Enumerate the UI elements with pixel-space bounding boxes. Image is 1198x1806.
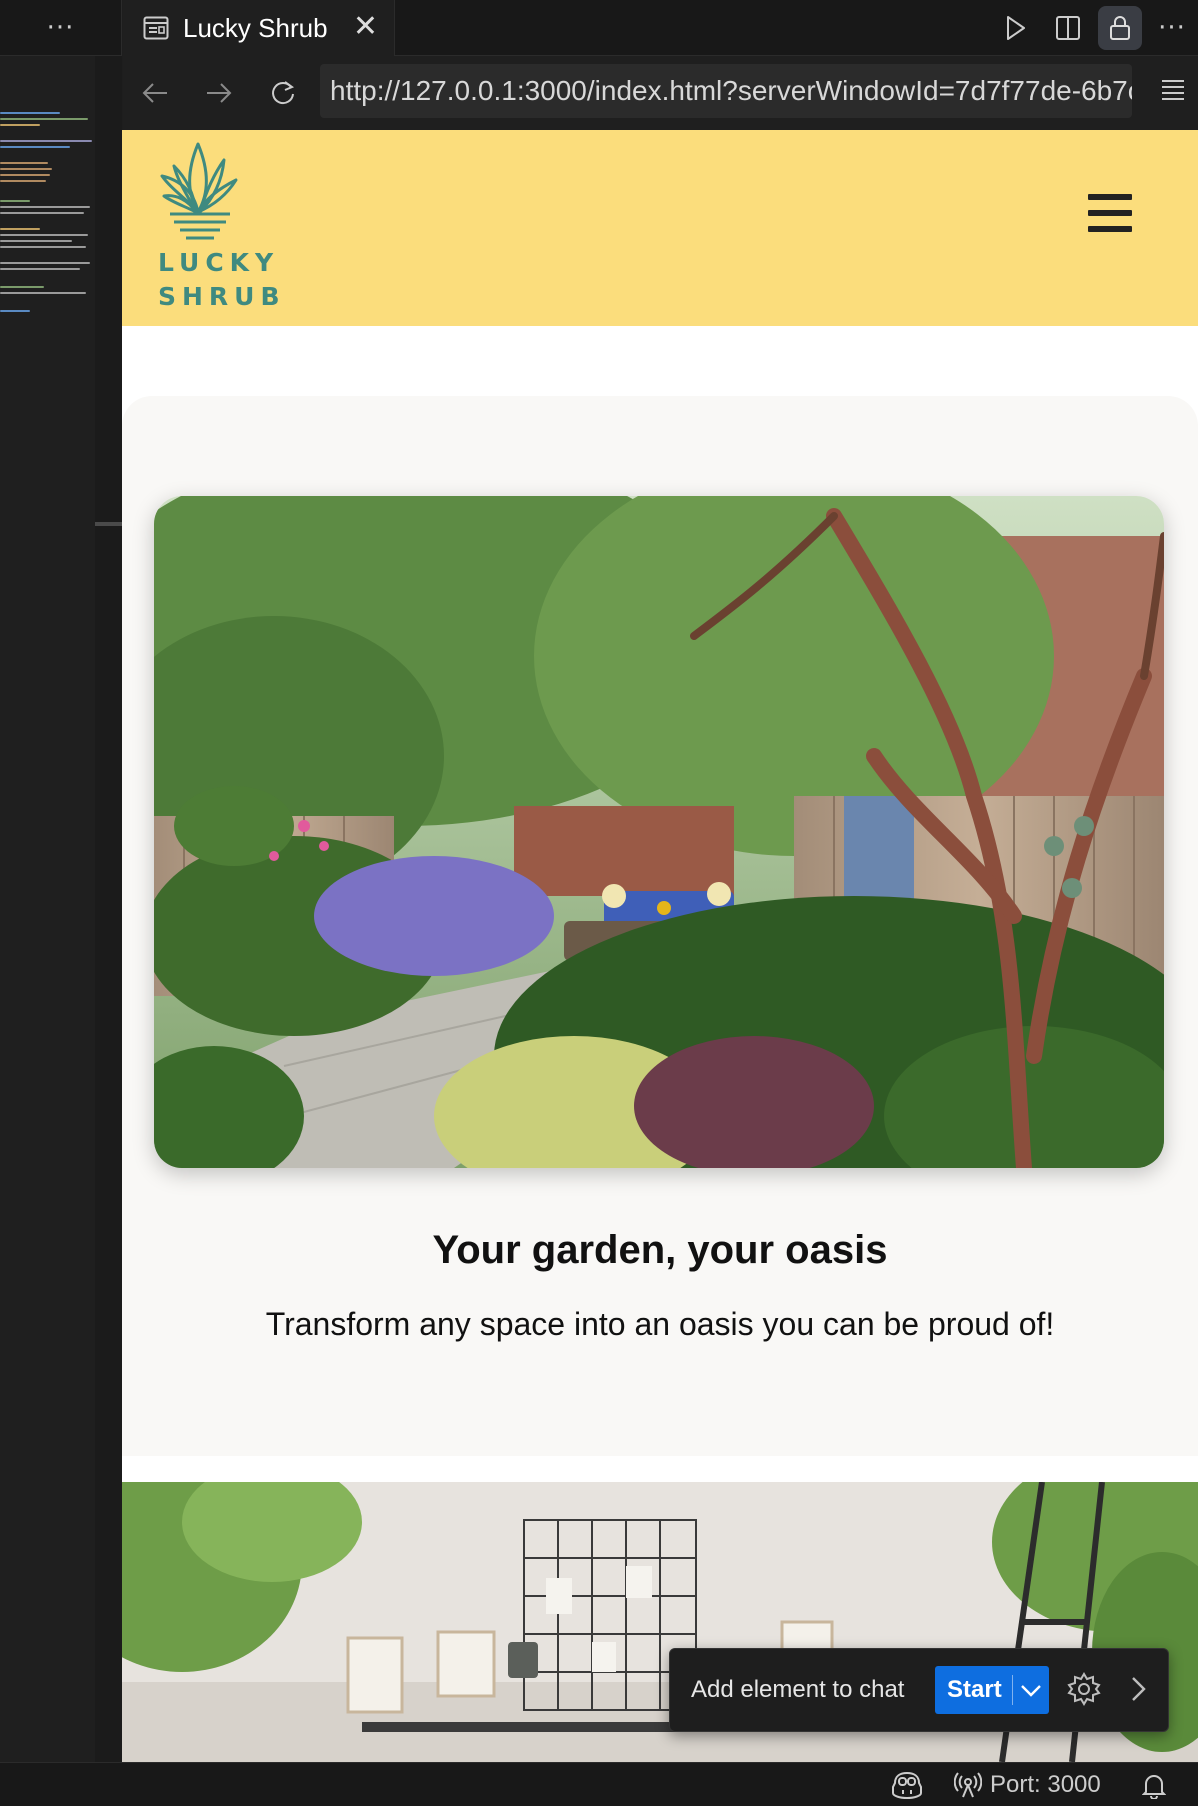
arrow-right-icon: [207, 83, 232, 103]
hamburger-menu-button[interactable]: [1088, 194, 1132, 234]
more-actions-icon: ···: [1158, 13, 1186, 43]
hero-title: Your garden, your oasis: [432, 1228, 888, 1272]
browser-tab-bar: Lucky Shrub ✕ ···: [123, 0, 1198, 56]
hamburger-line: [1088, 226, 1132, 232]
code-editor-pane: ···: [0, 0, 122, 1762]
garden-hero-image: [154, 496, 1164, 1168]
editor-scroll-thumb[interactable]: [95, 522, 122, 526]
preview-page-icon: [143, 16, 169, 40]
logo-word-lucky: LUCKY: [158, 248, 280, 277]
hamburger-line: [1088, 210, 1132, 216]
minimap[interactable]: [0, 112, 95, 342]
lock-button[interactable]: [1098, 6, 1142, 50]
start-button-divider: [1012, 1675, 1013, 1705]
add-element-label: Add element to chat: [691, 1676, 905, 1703]
web-page-viewport: LUCKY SHRUB Your garden, your oasis Tran…: [122, 130, 1198, 1762]
vscode-window: ··· Lucky Shrub ✕ ··· http://127.0.0.1:3…: [0, 0, 1198, 1806]
site-header: LUCKY SHRUB: [122, 130, 1198, 326]
browser-navbar: http://127.0.0.1:3000/index.html?serverW…: [123, 56, 1198, 130]
logo-word-shrub: SHRUB: [158, 282, 286, 311]
broadcast-icon: [954, 1772, 982, 1798]
url-field[interactable]: http://127.0.0.1:3000/index.html?serverW…: [320, 64, 1132, 118]
bell-icon[interactable]: [1142, 1773, 1166, 1799]
forward-button[interactable]: [187, 56, 251, 130]
lucky-shrub-logo[interactable]: LUCKY SHRUB: [158, 140, 286, 314]
reload-icon: [272, 81, 295, 105]
page-menu-button[interactable]: [1160, 78, 1186, 107]
editor-header: ···: [0, 0, 121, 56]
split-editor-icon: [1056, 16, 1080, 40]
start-button[interactable]: Start: [935, 1666, 1049, 1714]
chevron-right-icon[interactable]: [1126, 1673, 1150, 1705]
back-button[interactable]: [123, 56, 187, 130]
play-icon: [1007, 16, 1025, 40]
tab-actions: ···: [990, 0, 1198, 56]
arrow-left-icon: [142, 83, 167, 103]
reload-button[interactable]: [251, 56, 315, 130]
shrub-logo-icon: [160, 142, 238, 240]
status-bar: Port: 3000: [0, 1762, 1198, 1806]
editor-more-actions-button[interactable]: ···: [47, 15, 75, 41]
list-menu-icon: [1162, 80, 1184, 100]
close-tab-icon[interactable]: ✕: [353, 12, 378, 42]
hero-card: Your garden, your oasis Transform any sp…: [122, 396, 1198, 1456]
split-editor-button[interactable]: [1042, 0, 1094, 56]
start-button-label: Start: [947, 1676, 1002, 1703]
port-indicator[interactable]: Port: 3000: [954, 1763, 1101, 1806]
editor-scrollbar[interactable]: [95, 56, 122, 1762]
hero-subtitle: Transform any space into an oasis you ca…: [265, 1306, 1055, 1342]
lock-icon: [1110, 16, 1130, 40]
copilot-icon[interactable]: [890, 1771, 924, 1799]
tab-title: Lucky Shrub: [183, 12, 328, 43]
gear-icon[interactable]: [1066, 1671, 1102, 1707]
tab-lucky-shrub[interactable]: Lucky Shrub ✕: [123, 0, 395, 56]
run-button[interactable]: [990, 0, 1042, 56]
more-actions-button[interactable]: ···: [1146, 0, 1198, 56]
hamburger-line: [1088, 194, 1132, 200]
add-element-to-chat-toolbar: Add element to chat Start: [669, 1648, 1169, 1732]
port-label: Port: 3000: [990, 1771, 1101, 1798]
chevron-down-icon[interactable]: [1019, 1678, 1043, 1702]
